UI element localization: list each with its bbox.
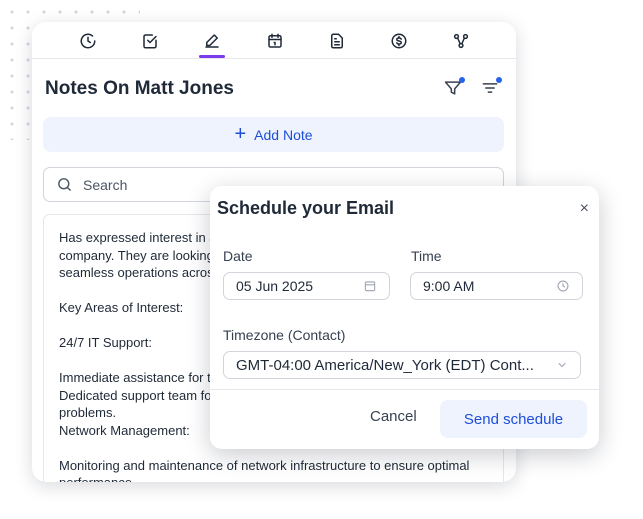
chevron-down-icon [558, 363, 566, 368]
task-check-icon[interactable] [139, 30, 161, 52]
dialog-divider [210, 389, 599, 390]
date-field[interactable]: 05 Jun 2025 [223, 272, 390, 300]
add-note-button[interactable]: + Add Note [43, 117, 504, 152]
clock-icon [557, 280, 569, 292]
panel-toolbar [32, 22, 516, 59]
timezone-select[interactable]: GMT-04:00 America/New_York (EDT) Cont... [223, 351, 581, 379]
search-icon [58, 178, 71, 191]
filter-icon[interactable] [442, 77, 465, 99]
active-tab-indicator [199, 55, 225, 58]
close-icon[interactable]: × [580, 200, 589, 218]
sort-active-dot [496, 77, 502, 83]
timezone-label: Timezone (Contact) [223, 327, 346, 343]
time-label: Time [411, 248, 442, 264]
schedule-email-dialog: Schedule your Email × Date 05 Jun 2025 T… [210, 186, 599, 449]
plus-icon: + [234, 122, 247, 145]
time-field[interactable]: 9:00 AM [410, 272, 583, 300]
activity-icon[interactable] [77, 30, 99, 52]
calendar-icon[interactable] [264, 30, 286, 52]
date-value: 05 Jun 2025 [236, 278, 314, 294]
filter-active-dot [459, 77, 465, 83]
calendar-icon [364, 281, 376, 292]
send-schedule-button[interactable]: Send schedule [440, 400, 587, 438]
document-icon[interactable] [326, 30, 348, 52]
cancel-button[interactable]: Cancel [370, 408, 417, 425]
network-icon[interactable] [450, 30, 472, 52]
timezone-value: GMT-04:00 America/New_York (EDT) Cont... [236, 356, 534, 374]
note-pen-icon[interactable] [201, 30, 223, 52]
dollar-icon[interactable] [388, 30, 410, 52]
page-title: Notes On Matt Jones [45, 78, 234, 99]
add-note-label: Add Note [254, 126, 313, 143]
sort-icon[interactable] [479, 77, 502, 99]
dialog-title: Schedule your Email [217, 198, 395, 218]
date-label: Date [223, 248, 253, 264]
time-value: 9:00 AM [423, 278, 475, 294]
